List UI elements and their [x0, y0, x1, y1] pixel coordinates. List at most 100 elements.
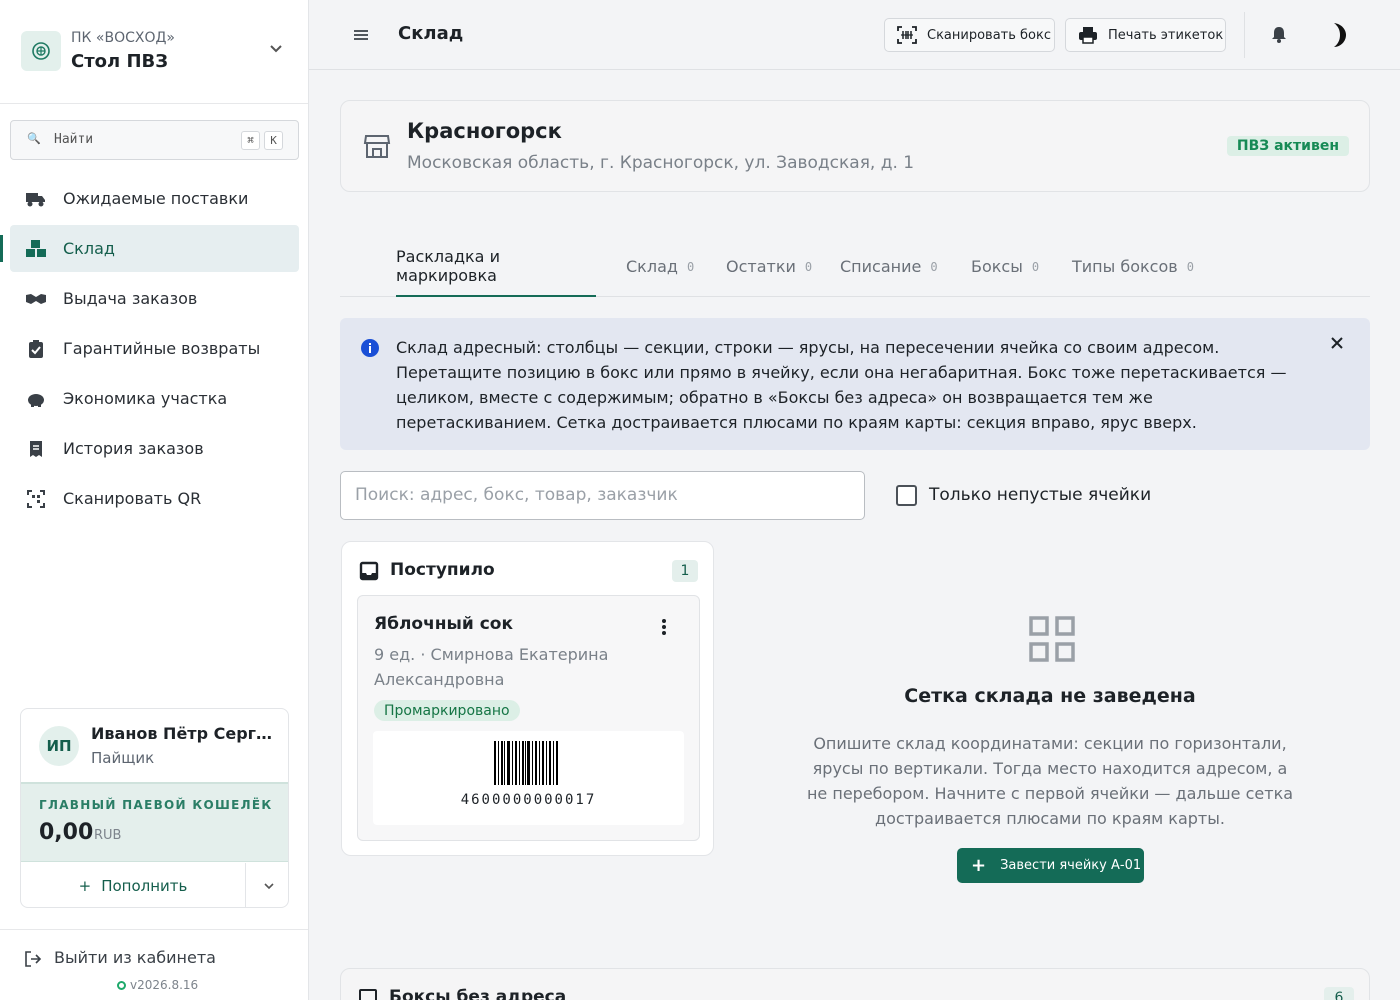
- create-cell-button[interactable]: + Завести ячейку А-01: [957, 848, 1144, 883]
- sidebar-item-warehouse[interactable]: Склад: [0, 225, 299, 272]
- info-icon: [361, 339, 379, 357]
- nonempty-checkbox-label[interactable]: Только непустые ячейки: [929, 485, 1151, 505]
- scan-box-button[interactable]: Сканировать бокс: [884, 18, 1055, 52]
- moon-icon[interactable]: [1326, 21, 1350, 49]
- wallet-currency: RUB: [94, 828, 122, 843]
- box-icon: [359, 989, 377, 1000]
- status-badge: Промаркировано: [374, 700, 520, 721]
- tab-layout-marking[interactable]: Раскладка и маркировка: [396, 236, 596, 297]
- search-icon: 🔍: [27, 132, 41, 145]
- sidebar-item-site-economics[interactable]: Экономика участка: [10, 375, 299, 422]
- sidebar-item-label: Гарантийные возвраты: [63, 339, 261, 358]
- topup-menu-button[interactable]: [247, 863, 288, 907]
- tab-label: Остатки: [726, 257, 796, 276]
- sidebar-item-label: Склад: [63, 239, 115, 258]
- bell-icon[interactable]: [1271, 25, 1287, 43]
- sidebar-item-warranty-returns[interactable]: Гарантийные возвраты: [10, 325, 299, 372]
- more-vertical-icon[interactable]: [661, 618, 667, 636]
- user-card: ИП Иванов Пётр Сергеевич Пайщик ГЛАВНЫЙ …: [20, 708, 289, 908]
- sidebar-item-label: Сканировать QR: [63, 489, 202, 508]
- status-dot-icon: [117, 980, 126, 990]
- boxes-without-address-panel: Боксы без адреса 6: [340, 968, 1370, 1000]
- print-labels-label: Печать этикеток: [1108, 27, 1224, 43]
- nonempty-checkbox[interactable]: [896, 485, 917, 506]
- tab-warehouse[interactable]: Склад 0: [626, 236, 694, 297]
- piggy-bank-icon: [25, 388, 47, 410]
- printer-icon: [1078, 25, 1098, 45]
- item-name: Яблочный сок: [374, 614, 514, 634]
- search-input[interactable]: 🔍 Найти ⌘ K: [10, 120, 299, 160]
- sidebar-item-label: История заказов: [63, 439, 204, 458]
- boxes-title: Боксы без адреса: [389, 987, 567, 1000]
- chevron-down-icon[interactable]: [268, 40, 284, 56]
- store-icon: [363, 135, 391, 158]
- sidebar: ПК «ВОСХОД» Стол ПВЗ 🔍 Найти ⌘ K Ожидаем…: [0, 0, 309, 1000]
- tab-label: Списание: [840, 257, 922, 276]
- barcode-number: 4600000000017: [460, 792, 597, 808]
- info-text: Склад адресный: столбцы — секции, строки…: [396, 338, 1287, 432]
- tab-count: 0: [1031, 259, 1040, 274]
- location-title: Красногорск: [407, 119, 562, 143]
- close-icon[interactable]: [1330, 336, 1344, 350]
- incoming-title: Поступило: [390, 560, 495, 580]
- avatar[interactable]: ИП: [39, 726, 79, 766]
- user-role: Пайщик: [91, 749, 155, 767]
- wallet-label: ГЛАВНЫЙ ПАЕВОЙ КОШЕЛЁК: [39, 798, 273, 812]
- sidebar-item-expected-deliveries[interactable]: Ожидаемые поставки: [10, 175, 299, 222]
- wallet-panel: ГЛАВНЫЙ ПАЕВОЙ КОШЕЛЁК 0,00 RUB: [21, 782, 288, 862]
- handshake-icon: [25, 288, 47, 310]
- boxes-count-badge: 6: [1324, 987, 1354, 1000]
- sidebar-item-order-pickup[interactable]: Выдача заказов: [10, 275, 299, 322]
- topbar: Склад Сканировать бокс Печать этикеток: [309, 0, 1400, 70]
- logout-button[interactable]: Выйти из кабинета: [54, 948, 216, 967]
- sidebar-nav: Ожидаемые поставки Склад Выдача заказов …: [0, 175, 299, 525]
- version-text: v2026.8.16: [130, 978, 199, 992]
- location-address: Московская область, г. Красногорск, ул. …: [407, 153, 915, 173]
- empty-state-title: Сетка склада не заведена: [904, 685, 1196, 707]
- topup-label: Пополнить: [101, 877, 188, 895]
- tab-bar: Раскладка и маркировка Склад 0 Остатки 0 С…: [340, 236, 1370, 297]
- page-title: Склад: [398, 23, 464, 44]
- tab-label: Склад: [626, 257, 678, 276]
- search-input[interactable]: Поиск: адрес, бокс, товар, заказчик: [340, 471, 865, 520]
- logout-icon: [25, 951, 42, 967]
- shortcut-cmd-key: ⌘: [241, 131, 260, 150]
- tab-count: 0: [804, 259, 813, 274]
- search-placeholder: Найти: [54, 132, 94, 147]
- org-title: Стол ПВЗ: [71, 51, 169, 72]
- create-cell-label: Завести ячейку А-01: [1000, 858, 1142, 873]
- plus-icon: +: [971, 855, 987, 876]
- clipboard-check-icon: [25, 338, 47, 360]
- menu-icon[interactable]: [351, 25, 371, 45]
- tab-label: Типы боксов: [1072, 257, 1178, 276]
- item-card[interactable]: Яблочный сок 9 ед. · Смирнова Екатерина …: [357, 595, 700, 841]
- org-name: ПК «ВОСХОД»: [71, 30, 175, 46]
- tab-write-off[interactable]: Списание 0: [840, 236, 938, 297]
- incoming-panel: Поступило 1 Яблочный сок 9 ед. · Смирнов…: [341, 541, 714, 856]
- sidebar-item-scan-qr[interactable]: Сканировать QR: [10, 475, 299, 522]
- tab-stock[interactable]: Остатки 0: [726, 236, 812, 297]
- truck-icon: [25, 188, 47, 210]
- tab-label: Боксы: [971, 257, 1023, 276]
- plus-icon: +: [78, 877, 92, 895]
- scan-box-label: Сканировать бокс: [927, 27, 1052, 43]
- user-name: Иванов Пётр Сергеевич: [91, 724, 276, 743]
- location-card: Красногорск Московская область, г. Красн…: [340, 100, 1370, 192]
- print-labels-button[interactable]: Печать этикеток: [1065, 18, 1226, 52]
- tab-count: 0: [1186, 259, 1194, 274]
- sidebar-item-order-history[interactable]: История заказов: [10, 425, 299, 472]
- topup-button[interactable]: + Пополнить: [21, 863, 246, 907]
- tab-count: 0: [686, 259, 695, 274]
- warehouse-icon: [25, 238, 47, 260]
- item-meta: 9 ед. · Смирнова Екатерина Александровна: [374, 645, 609, 689]
- divider: [1244, 12, 1245, 58]
- tab-boxes[interactable]: Боксы 0: [971, 236, 1039, 297]
- barcode-scan-icon: [897, 25, 917, 45]
- version-info: v2026.8.16: [117, 978, 198, 992]
- shortcut-k-key: K: [264, 131, 283, 150]
- grid-icon: [1029, 616, 1075, 662]
- org-switcher[interactable]: ПК «ВОСХОД» Стол ПВЗ: [0, 0, 308, 104]
- logout-section: Выйти из кабинета v2026.8.16: [0, 929, 308, 1000]
- tab-box-types[interactable]: Типы боксов 0: [1072, 236, 1194, 297]
- barcode-icon: [494, 741, 558, 785]
